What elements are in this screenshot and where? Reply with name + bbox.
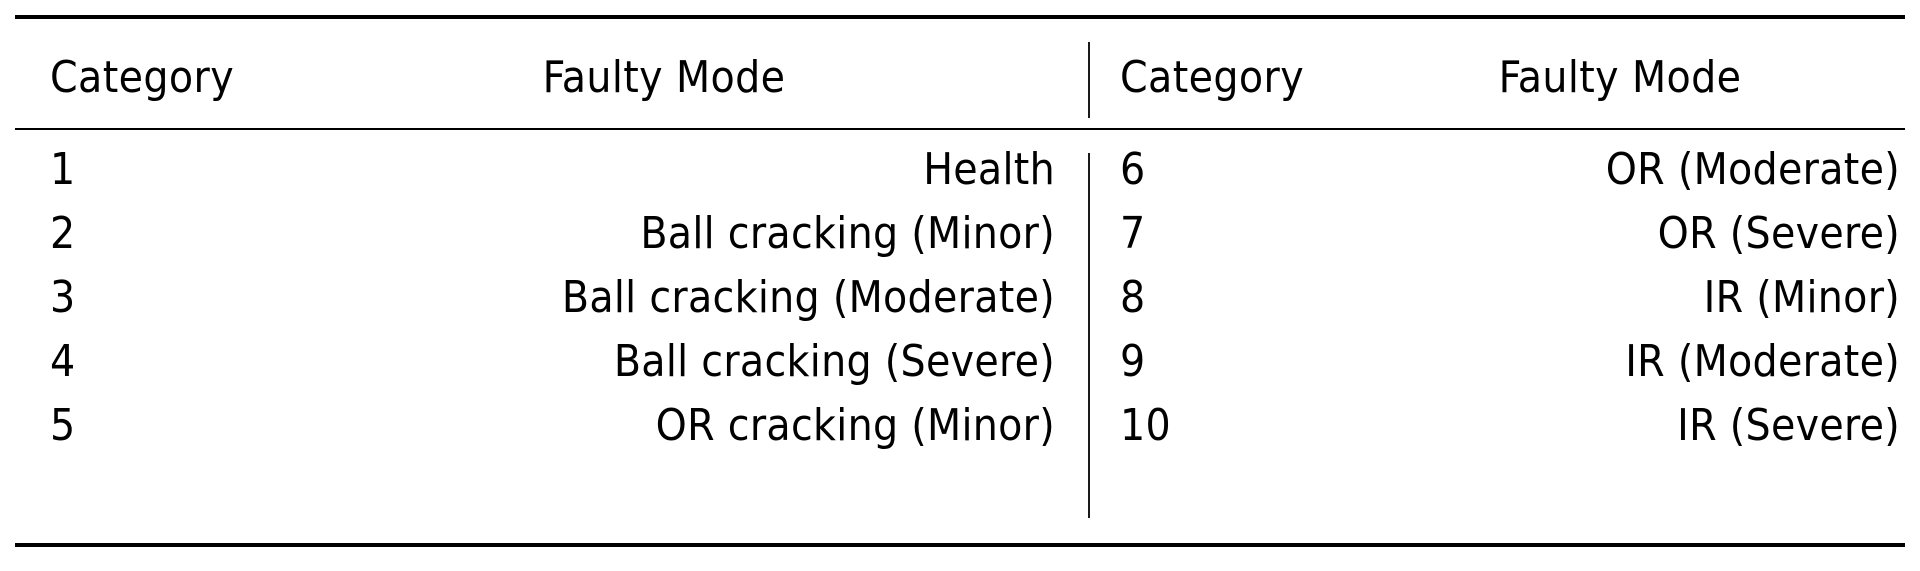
table-row: 3 Ball cracking (Moderate) 8 IR (Minor) [15, 266, 1905, 330]
cell-category: 6 [1120, 144, 1146, 195]
body-column-divider [1088, 153, 1090, 518]
cell-faulty-mode: IR (Severe) [1677, 400, 1900, 451]
faulty-mode-category-table: Category Faulty Mode Category Faulty Mod… [15, 15, 1905, 547]
header-faulty-mode-left: Faulty Mode [542, 52, 786, 103]
header-column-divider [1088, 42, 1090, 118]
table-row: 5 OR cracking (Minor) 10 IR (Severe) [15, 394, 1905, 458]
cell-category: 8 [1120, 272, 1146, 323]
cell-faulty-mode: Health [923, 144, 1055, 195]
cell-faulty-mode: Ball cracking (Moderate) [561, 272, 1055, 323]
cell-faulty-mode: OR (Moderate) [1605, 144, 1900, 195]
table-bottom-rule [15, 543, 1905, 547]
header-category-right: Category [1120, 52, 1305, 103]
cell-faulty-mode: Ball cracking (Severe) [613, 336, 1055, 387]
header-category-left: Category [50, 52, 235, 103]
table-row: 1 Health 6 OR (Moderate) [15, 138, 1905, 202]
cell-category: 9 [1120, 336, 1146, 387]
table-row: 4 Ball cracking (Severe) 9 IR (Moderate) [15, 330, 1905, 394]
cell-category: 4 [50, 336, 76, 387]
table-top-rule [15, 15, 1905, 19]
cell-category: 7 [1120, 208, 1146, 259]
cell-category: 2 [50, 208, 76, 259]
cell-category: 10 [1120, 400, 1171, 451]
cell-faulty-mode: OR (Severe) [1657, 208, 1900, 259]
table-row: 2 Ball cracking (Minor) 7 OR (Severe) [15, 202, 1905, 266]
table-body: 1 Health 6 OR (Moderate) 2 Ball cracking… [15, 138, 1905, 538]
header-faulty-mode-right: Faulty Mode [1498, 52, 1742, 103]
cell-category: 3 [50, 272, 76, 323]
cell-faulty-mode: Ball cracking (Minor) [640, 208, 1055, 259]
cell-faulty-mode: IR (Minor) [1703, 272, 1900, 323]
table-header-rule [15, 128, 1905, 130]
table-header-row: Category Faulty Mode Category Faulty Mod… [15, 43, 1905, 113]
cell-category: 5 [50, 400, 76, 451]
cell-faulty-mode: IR (Moderate) [1625, 336, 1900, 387]
cell-faulty-mode: OR cracking (Minor) [655, 400, 1055, 451]
cell-category: 1 [50, 144, 76, 195]
